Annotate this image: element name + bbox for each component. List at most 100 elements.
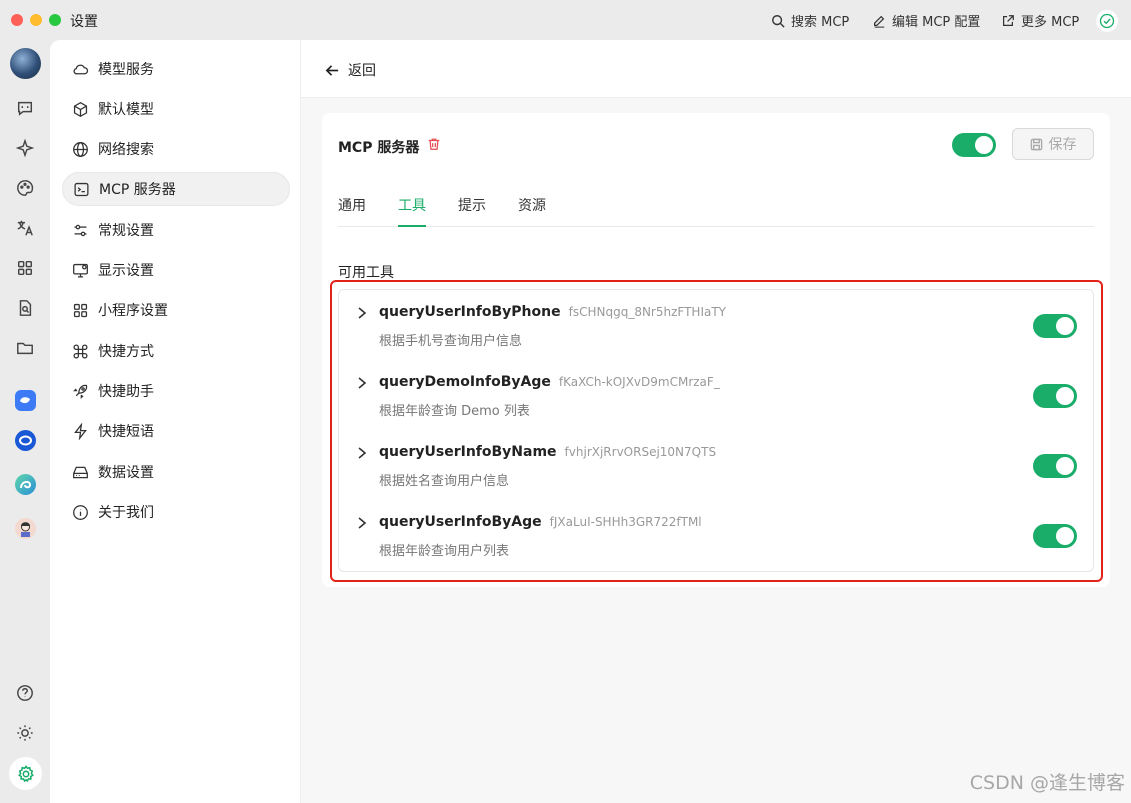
settings-rail-button[interactable] — [9, 757, 42, 790]
tool-name: queryUserInfoByName — [379, 444, 557, 460]
tool-description: 根据年龄查询 Demo 列表 — [379, 404, 530, 419]
tool-item: queryUserInfoByName fvhjrXjRrvORSej10N7QT… — [339, 430, 1093, 500]
chat-icon — [17, 101, 33, 116]
server-title: MCP 服务器 — [338, 140, 420, 156]
nav-item-mcp-server[interactable]: MCP 服务器 — [62, 172, 290, 206]
nav-item-mini-program-settings[interactable]: 小程序设置 — [62, 293, 290, 327]
search-icon — [772, 14, 785, 28]
help-rail-button[interactable] — [13, 681, 37, 705]
whale-app-icon — [20, 397, 30, 404]
search-mcp-button[interactable]: 搜索 MCP — [771, 11, 849, 30]
tool-name-line: queryUserInfoByName fvhjrXjRrvORSej10N7QT… — [379, 444, 716, 460]
nav-item-shortcuts[interactable]: 快捷方式 — [62, 334, 290, 368]
folder-icon — [17, 342, 33, 355]
more-mcp-button[interactable]: 更多 MCP — [1001, 11, 1079, 30]
user-avatar[interactable] — [10, 48, 41, 79]
nav-item-quick-assistant[interactable]: 快捷助手 — [62, 374, 290, 408]
folder-rail-button[interactable] — [13, 336, 37, 360]
sparkle-rail-button[interactable] — [13, 136, 37, 160]
tool-id: fvhjrXjRrvORSej10N7QTS — [564, 445, 717, 459]
nav-label: 常规设置 — [98, 223, 154, 239]
trash-icon[interactable] — [427, 137, 441, 151]
check-circle-icon — [1099, 13, 1115, 29]
help-icon — [17, 685, 33, 701]
nav-label: 模型服务 — [98, 62, 154, 78]
save-button[interactable]: 保存 — [1012, 128, 1094, 160]
tool-item: queryUserInfoByAge fJXaLuI-SHHh3GR722fTMl… — [339, 500, 1093, 570]
tool-enabled-toggle[interactable] — [1033, 524, 1077, 548]
tab-prompts[interactable]: 提示 — [458, 195, 486, 227]
arrow-left-icon — [325, 64, 339, 76]
expand-tool-button[interactable] — [357, 376, 367, 390]
chevron-right-icon — [358, 447, 367, 459]
zap-icon — [74, 422, 87, 440]
theme-rail-button[interactable] — [13, 721, 37, 745]
close-window-button[interactable] — [11, 14, 23, 26]
nav-label: 网络搜索 — [98, 142, 154, 158]
minimize-window-button[interactable] — [30, 14, 42, 26]
apps-grid-icon — [17, 260, 33, 276]
tool-description: 根据姓名查询用户信息 — [379, 474, 510, 489]
tool-description: 根据手机号查询用户信息 — [379, 334, 523, 349]
nav-item-model-service[interactable]: 模型服务 — [62, 52, 290, 86]
maximize-window-button[interactable] — [49, 14, 61, 26]
tool-enabled-toggle[interactable] — [1033, 454, 1077, 478]
mcp-server-card: MCP 服务器 保存 通用 工具 提示 资源 可用工具 queryUserInf… — [322, 113, 1110, 587]
tab-resources[interactable]: 资源 — [518, 195, 546, 227]
gear-icon — [17, 764, 34, 782]
status-check-button[interactable] — [1096, 10, 1118, 32]
server-enabled-toggle[interactable] — [952, 133, 996, 157]
tab-general[interactable]: 通用 — [338, 195, 366, 227]
app-shortcut-4[interactable] — [15, 518, 36, 539]
swirl-app-icon — [20, 480, 32, 489]
available-tools-heading: 可用工具 — [338, 265, 394, 281]
tab-tools[interactable]: 工具 — [398, 195, 426, 227]
sliders-icon — [74, 224, 87, 236]
cloud-icon — [73, 64, 89, 74]
sparkle-icon — [16, 139, 34, 157]
expand-tool-button[interactable] — [357, 306, 367, 320]
translate-rail-button[interactable] — [13, 216, 37, 240]
palette-rail-button[interactable] — [13, 176, 37, 200]
nav-item-data-settings[interactable]: 数据设置 — [62, 455, 290, 489]
chevron-right-icon — [358, 377, 367, 389]
expand-tool-button[interactable] — [357, 446, 367, 460]
nav-item-quick-phrases[interactable]: 快捷短语 — [62, 414, 290, 448]
chat-rail-button[interactable] — [13, 96, 37, 120]
tool-list: queryUserInfoByPhone fsCHNqgq_8Nr5hzFTHIa… — [338, 289, 1094, 572]
document-rail-button[interactable] — [13, 296, 37, 320]
translate-icon — [17, 220, 33, 236]
tool-name-line: queryUserInfoByAge fJXaLuI-SHHh3GR722fTMl — [379, 514, 702, 530]
save-label: 保存 — [1048, 137, 1077, 153]
tool-name: queryUserInfoByAge — [379, 514, 542, 530]
command-icon — [73, 344, 88, 358]
tool-id: fKaXCh-kOJXvD9mCMrzaF_ — [558, 375, 720, 389]
back-bar: 返回 — [301, 40, 1131, 98]
main-panel: 返回 MCP 服务器 保存 通用 工具 提示 资源 可用工具 queryUser… — [301, 40, 1131, 803]
nav-item-display-settings[interactable]: 显示设置 — [62, 253, 290, 287]
nav-label: 数据设置 — [98, 465, 154, 481]
app-shortcut-3[interactable] — [15, 474, 36, 495]
terminal-icon — [74, 182, 89, 196]
grid-icon — [73, 303, 88, 317]
back-button[interactable]: 返回 — [325, 60, 376, 80]
nav-item-web-search[interactable]: 网络搜索 — [62, 132, 290, 166]
edit-mcp-config-button[interactable]: 编辑 MCP 配置 — [872, 11, 980, 30]
expand-tool-button[interactable] — [357, 516, 367, 530]
globe-icon — [73, 141, 88, 157]
save-icon — [1030, 138, 1042, 150]
nav-item-general-settings[interactable]: 常规设置 — [62, 213, 290, 247]
app-shortcut-2[interactable] — [15, 430, 36, 451]
apps-rail-button[interactable] — [13, 256, 37, 280]
nav-item-about-us[interactable]: 关于我们 — [62, 495, 290, 529]
app-shortcut-1[interactable] — [15, 390, 36, 411]
nav-label: 关于我们 — [98, 505, 154, 521]
settings-nav: 模型服务 默认模型 网络搜索 MCP 服务器 常规设置 显示设置 小程序设置 快… — [50, 40, 301, 803]
title-bar: 设置 搜索 MCP 编辑 MCP 配置 更多 MCP — [0, 0, 1131, 40]
palette-icon — [17, 180, 34, 196]
tool-enabled-toggle[interactable] — [1033, 384, 1077, 408]
nav-item-default-model[interactable]: 默认模型 — [62, 92, 290, 126]
tool-enabled-toggle[interactable] — [1033, 314, 1077, 338]
rocket-icon — [73, 384, 88, 399]
chevron-right-icon — [358, 307, 367, 319]
